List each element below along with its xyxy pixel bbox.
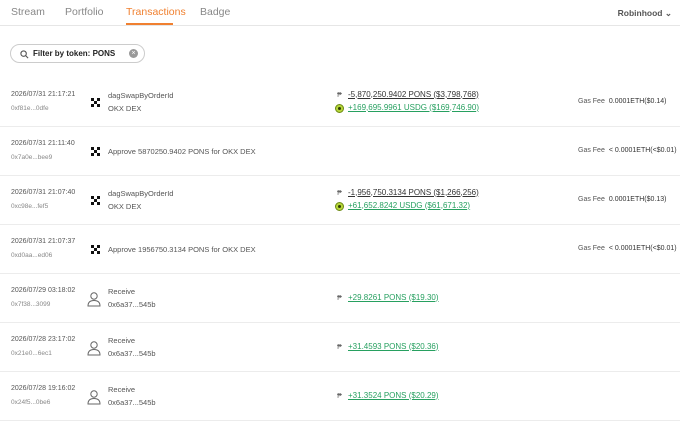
gas-fee-label: Gas Fee xyxy=(578,195,605,203)
gas-fee-value: < 0.0001ETH(<$0.01) xyxy=(608,146,677,154)
pons-token-icon: ₱ xyxy=(337,392,342,400)
gas-fee-value: 0.0001ETH($0.13) xyxy=(608,195,667,203)
tx-timestamp: 2026/07/28 23:17:02 xyxy=(11,335,76,343)
tx-hash-link[interactable]: 0xf81e...0dfe xyxy=(11,105,49,112)
tx-counterparty[interactable]: 0x6a37...545b xyxy=(108,300,156,309)
tx-action: dagSwapByOrderId xyxy=(108,90,174,100)
transaction-row[interactable]: 2026/07/31 21:07:40 0xc98e...fef5 dagSwapB… xyxy=(0,176,680,225)
tx-amount[interactable]: -5,870,250.9402 PONS ($3,798,768) xyxy=(348,90,479,99)
pons-token-icon: ₱ xyxy=(337,189,342,197)
tx-hash-link[interactable]: 0x24f5...0be6 xyxy=(11,399,50,406)
user-icon xyxy=(87,389,101,404)
tx-amount[interactable]: +29.8261 PONS ($19.30) xyxy=(348,293,439,302)
pons-token-icon: ₱ xyxy=(337,91,342,99)
gas-fee-label: Gas Fee xyxy=(578,146,605,154)
token-filter[interactable]: Filter by token: PONS × xyxy=(10,44,145,63)
close-circle-icon[interactable]: × xyxy=(129,49,138,58)
pons-token-icon: ₱ xyxy=(337,343,342,351)
usdg-token-icon xyxy=(335,103,344,113)
tx-amount[interactable]: +61,652.8242 USDG ($61,671.32) xyxy=(348,201,470,210)
gas-fee: Gas Fee < 0.0001ETH(<$0.01) xyxy=(578,147,677,154)
tx-timestamp: 2026/07/31 21:17:21 xyxy=(11,90,76,98)
transaction-row[interactable]: 2026/07/29 03:18:02 0x7f38...3099 Receive 0… xyxy=(0,274,680,323)
pons-token-icon: ₱ xyxy=(337,294,342,302)
gas-fee: Gas Fee 0.0001ETH($0.14) xyxy=(578,98,666,105)
tx-hash-link[interactable]: 0xd0aa...ed06 xyxy=(11,252,52,259)
gas-fee: Gas Fee < 0.0001ETH(<$0.01) xyxy=(578,245,677,252)
gas-fee-label: Gas Fee xyxy=(578,244,605,252)
filter-label: Filter by token: PONS xyxy=(33,49,116,58)
tab-badge[interactable]: Badge xyxy=(200,6,230,18)
tx-timestamp: 2026/07/31 21:07:40 xyxy=(11,188,76,196)
tab-transactions[interactable]: Transactions xyxy=(126,6,186,18)
tx-timestamp: 2026/07/31 21:11:40 xyxy=(11,139,75,147)
tx-timestamp: 2026/07/29 03:18:02 xyxy=(11,286,76,294)
tx-timestamp: 2026/07/31 21:07:37 xyxy=(11,237,76,245)
gas-fee: Gas Fee 0.0001ETH($0.13) xyxy=(578,196,666,203)
gas-fee-value: < 0.0001ETH(<$0.01) xyxy=(608,244,677,252)
tx-counterparty[interactable]: OKX DEX xyxy=(108,104,141,113)
account-name: Robinhood xyxy=(617,8,663,18)
tx-action: dagSwapByOrderId xyxy=(108,188,174,198)
tx-action: Receive xyxy=(108,384,136,394)
tx-action: Approve 1956750.3134 PONS for OKX DEX xyxy=(108,244,256,254)
tx-hash-link[interactable]: 0x21e0...6ec1 xyxy=(11,350,52,357)
active-tab-indicator xyxy=(126,23,173,25)
transaction-row[interactable]: 2026/07/28 23:17:02 0x21e0...6ec1 Receive 0… xyxy=(0,323,680,372)
search-icon xyxy=(20,50,29,59)
tx-timestamp: 2026/07/28 19:16:02 xyxy=(11,384,76,392)
okx-icon xyxy=(91,195,100,205)
top-nav: Stream Portfolio Transactions Badge Robi… xyxy=(0,0,680,26)
gas-fee-label: Gas Fee xyxy=(578,97,605,105)
tx-amount[interactable]: +31.3524 PONS ($20.29) xyxy=(348,391,439,400)
tx-amount[interactable]: +31.4593 PONS ($20.36) xyxy=(348,342,439,351)
tx-hash-link[interactable]: 0x7f38...3099 xyxy=(11,301,50,308)
user-icon xyxy=(87,291,101,306)
usdg-token-icon xyxy=(335,201,344,211)
okx-icon xyxy=(91,97,100,107)
user-icon xyxy=(87,340,101,355)
transaction-row[interactable]: 2026/07/28 19:16:02 0x24f5...0be6 Receive 0… xyxy=(0,372,680,421)
tab-portfolio[interactable]: Portfolio xyxy=(65,6,104,18)
tab-stream[interactable]: Stream xyxy=(11,6,45,18)
tx-amount[interactable]: +169,695.9961 USDG ($169,746.90) xyxy=(348,103,479,112)
gas-fee-value: 0.0001ETH($0.14) xyxy=(608,97,667,105)
okx-icon xyxy=(91,244,100,254)
chevron-down-icon: ⌄ xyxy=(664,8,672,18)
tx-amount[interactable]: -1,956,750.3134 PONS ($1,266,256) xyxy=(348,188,479,197)
account-dropdown[interactable]: Robinhood ⌄ xyxy=(618,8,672,19)
tx-counterparty[interactable]: 0x6a37...545b xyxy=(108,398,156,407)
transaction-row[interactable]: 2026/07/31 21:07:37 0xd0aa...ed06 Approve … xyxy=(0,225,680,274)
tx-counterparty[interactable]: 0x6a37...545b xyxy=(108,349,156,358)
tx-action: Receive xyxy=(108,335,136,345)
transaction-row[interactable]: 2026/07/31 21:17:21 0xf81e...0dfe dagSwapB… xyxy=(0,78,680,127)
tx-hash-link[interactable]: 0xc98e...fef5 xyxy=(11,203,48,210)
tx-hash-link[interactable]: 0x7a0e...bee9 xyxy=(11,154,52,161)
tx-counterparty[interactable]: OKX DEX xyxy=(108,202,141,211)
transaction-row[interactable]: 2026/07/31 21:11:40 0x7a0e...bee9 Approve … xyxy=(0,127,680,176)
tx-action: Receive xyxy=(108,286,136,296)
okx-icon xyxy=(91,146,100,156)
tx-action: Approve 5870250.9402 PONS for OKX DEX xyxy=(108,146,256,156)
